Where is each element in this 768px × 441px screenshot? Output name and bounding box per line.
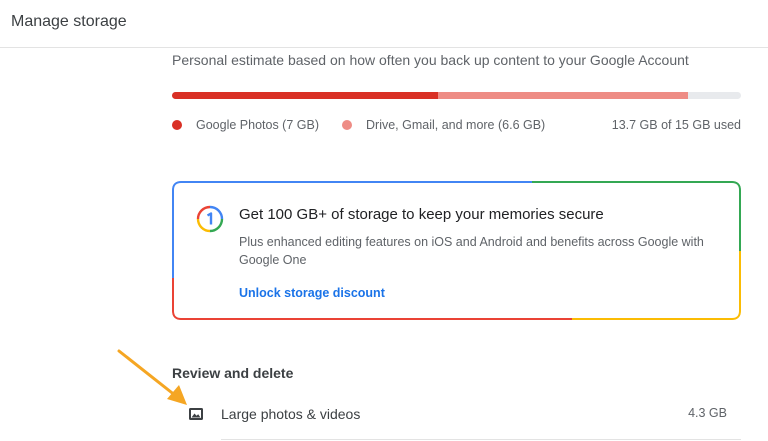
storage-estimate-text: Personal estimate based on how often you…	[172, 52, 689, 68]
usage-bar-segment-photos	[172, 92, 438, 99]
unlock-storage-discount-link[interactable]: Unlock storage discount	[239, 286, 385, 300]
usage-bar-segment-other	[437, 92, 688, 99]
promo-description: Plus enhanced editing features on iOS an…	[239, 235, 704, 267]
app-header: Manage storage	[0, 0, 768, 48]
row-divider	[221, 439, 741, 440]
promo-title: Get 100 GB+ of storage to keep your memo…	[239, 206, 604, 223]
google-one-icon	[196, 205, 224, 233]
legend-item-photos: Google Photos (7 GB)	[172, 118, 319, 132]
legend-label-other: Drive, Gmail, and more (6.6 GB)	[366, 118, 546, 132]
legend-item-other: Drive, Gmail, and more (6.6 GB)	[342, 118, 545, 132]
usage-legend: Google Photos (7 GB) Drive, Gmail, and m…	[172, 118, 741, 136]
review-section-title: Review and delete	[172, 365, 294, 381]
photo-icon	[189, 408, 203, 420]
legend-label-photos: Google Photos (7 GB)	[196, 118, 319, 132]
item-size: 4.3 GB	[688, 406, 727, 420]
legend-dot-other	[342, 120, 352, 130]
page-title: Manage storage	[11, 13, 127, 30]
legend-dot-photos	[172, 120, 182, 130]
usage-total: 13.7 GB of 15 GB used	[611, 118, 741, 132]
google-one-promo-card: Get 100 GB+ of storage to keep your memo…	[172, 181, 741, 320]
storage-usage-bar	[172, 92, 741, 99]
large-photos-videos-item[interactable]: Large photos & videos	[221, 406, 360, 422]
